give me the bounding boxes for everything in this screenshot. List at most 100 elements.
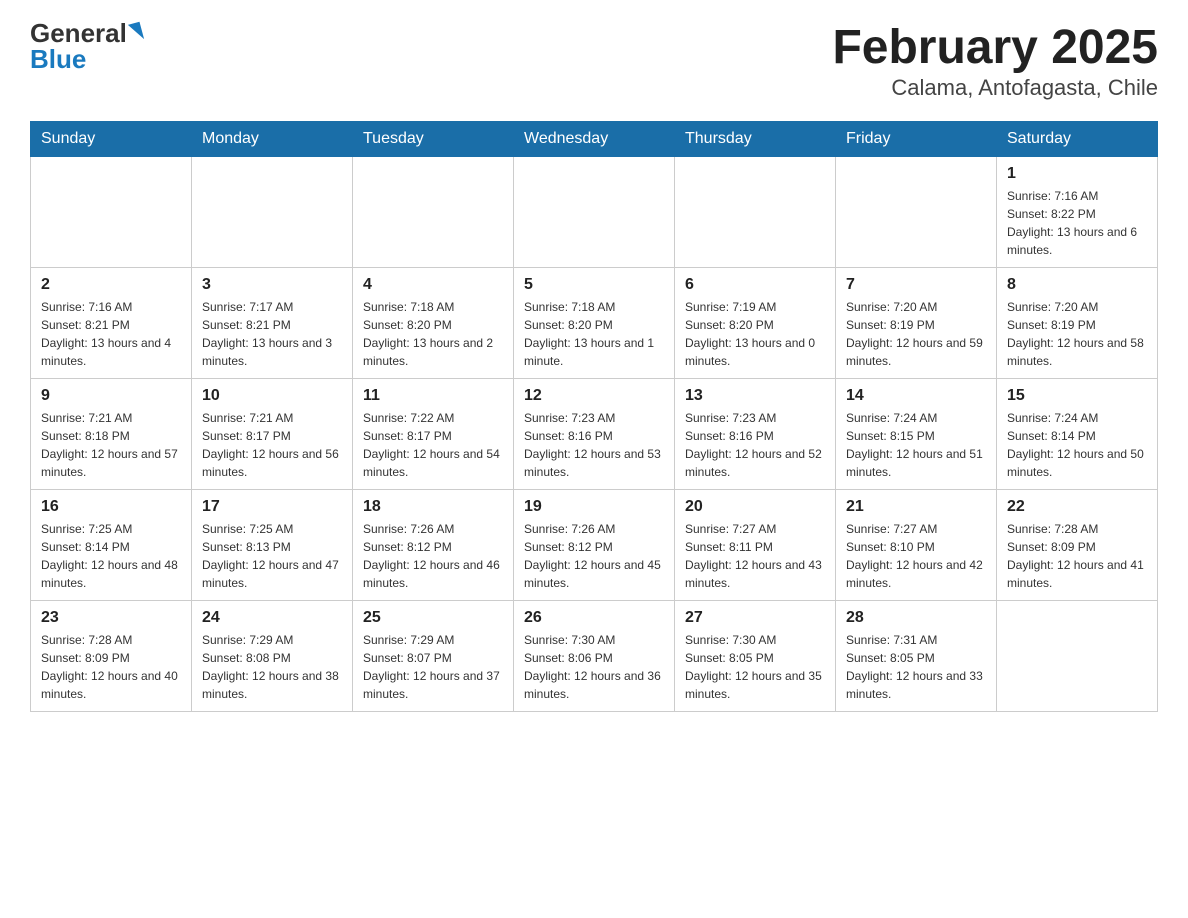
day-number: 13 xyxy=(685,387,825,405)
header-saturday: Saturday xyxy=(997,122,1158,157)
day-info: Sunrise: 7:24 AMSunset: 8:14 PMDaylight:… xyxy=(1007,409,1147,481)
table-row xyxy=(31,157,192,268)
table-row xyxy=(353,157,514,268)
day-number: 24 xyxy=(202,609,342,627)
day-info: Sunrise: 7:18 AMSunset: 8:20 PMDaylight:… xyxy=(363,298,503,370)
calendar-week-row: 23 Sunrise: 7:28 AMSunset: 8:09 PMDayligh… xyxy=(31,601,1158,712)
day-info: Sunrise: 7:17 AMSunset: 8:21 PMDaylight:… xyxy=(202,298,342,370)
day-info: Sunrise: 7:25 AMSunset: 8:13 PMDaylight:… xyxy=(202,520,342,592)
title-block: February 2025 Calama, Antofagasta, Chile xyxy=(832,20,1158,101)
calendar-week-row: 9Sunrise: 7:21 AMSunset: 8:18 PMDaylight… xyxy=(31,379,1158,490)
table-row: 1 Sunrise: 7:16 AMSunset: 8:22 PMDaylight… xyxy=(997,157,1158,268)
day-info: Sunrise: 7:16 AMSunset: 8:21 PMDaylight:… xyxy=(41,298,181,370)
table-row: 9Sunrise: 7:21 AMSunset: 8:18 PMDaylight… xyxy=(31,379,192,490)
logo-triangle-icon xyxy=(128,22,144,42)
table-row xyxy=(997,601,1158,712)
day-number: 26 xyxy=(524,609,664,627)
day-number: 12 xyxy=(524,387,664,405)
table-row: 5Sunrise: 7:18 AMSunset: 8:20 PMDaylight… xyxy=(514,268,675,379)
day-number: 7 xyxy=(846,276,986,294)
day-number: 1 xyxy=(1007,165,1147,183)
table-row: 2 Sunrise: 7:16 AMSunset: 8:21 PMDaylight… xyxy=(31,268,192,379)
table-row: 23 Sunrise: 7:28 AMSunset: 8:09 PMDayligh… xyxy=(31,601,192,712)
day-number: 17 xyxy=(202,498,342,516)
table-row: 11 Sunrise: 7:22 AMSunset: 8:17 PMDayligh… xyxy=(353,379,514,490)
day-number: 15 xyxy=(1007,387,1147,405)
header-thursday: Thursday xyxy=(675,122,836,157)
day-number: 5 xyxy=(524,276,664,294)
day-info: Sunrise: 7:20 AMSunset: 8:19 PMDaylight:… xyxy=(846,298,986,370)
day-info: Sunrise: 7:27 AMSunset: 8:11 PMDaylight:… xyxy=(685,520,825,592)
day-number: 20 xyxy=(685,498,825,516)
day-info: Sunrise: 7:31 AMSunset: 8:05 PMDaylight:… xyxy=(846,631,986,703)
day-number: 6 xyxy=(685,276,825,294)
header-wednesday: Wednesday xyxy=(514,122,675,157)
day-info: Sunrise: 7:30 AMSunset: 8:06 PMDaylight:… xyxy=(524,631,664,703)
day-info: Sunrise: 7:20 AMSunset: 8:19 PMDaylight:… xyxy=(1007,298,1147,370)
table-row: 25Sunrise: 7:29 AMSunset: 8:07 PMDayligh… xyxy=(353,601,514,712)
day-number: 2 xyxy=(41,276,181,294)
table-row: 4 Sunrise: 7:18 AMSunset: 8:20 PMDaylight… xyxy=(353,268,514,379)
table-row xyxy=(675,157,836,268)
table-row: 19 Sunrise: 7:26 AMSunset: 8:12 PMDayligh… xyxy=(514,490,675,601)
calendar-header-row: Sunday Monday Tuesday Wednesday Thursday… xyxy=(31,122,1158,157)
day-info: Sunrise: 7:16 AMSunset: 8:22 PMDaylight:… xyxy=(1007,187,1147,259)
table-row: 20 Sunrise: 7:27 AMSunset: 8:11 PMDayligh… xyxy=(675,490,836,601)
table-row: 8 Sunrise: 7:20 AMSunset: 8:19 PMDaylight… xyxy=(997,268,1158,379)
table-row: 27Sunrise: 7:30 AMSunset: 8:05 PMDayligh… xyxy=(675,601,836,712)
day-info: Sunrise: 7:21 AMSunset: 8:17 PMDaylight:… xyxy=(202,409,342,481)
table-row: 3 Sunrise: 7:17 AMSunset: 8:21 PMDaylight… xyxy=(192,268,353,379)
logo: General Blue xyxy=(30,20,142,72)
logo-blue-text: Blue xyxy=(30,46,142,72)
day-number: 8 xyxy=(1007,276,1147,294)
day-number: 19 xyxy=(524,498,664,516)
table-row: 16 Sunrise: 7:25 AMSunset: 8:14 PMDayligh… xyxy=(31,490,192,601)
day-info: Sunrise: 7:22 AMSunset: 8:17 PMDaylight:… xyxy=(363,409,503,481)
day-info: Sunrise: 7:27 AMSunset: 8:10 PMDaylight:… xyxy=(846,520,986,592)
table-row: 17 Sunrise: 7:25 AMSunset: 8:13 PMDayligh… xyxy=(192,490,353,601)
day-number: 25 xyxy=(363,609,503,627)
day-info: Sunrise: 7:24 AMSunset: 8:15 PMDaylight:… xyxy=(846,409,986,481)
day-info: Sunrise: 7:23 AMSunset: 8:16 PMDaylight:… xyxy=(524,409,664,481)
table-row: 6 Sunrise: 7:19 AMSunset: 8:20 PMDaylight… xyxy=(675,268,836,379)
table-row: 21 Sunrise: 7:27 AMSunset: 8:10 PMDayligh… xyxy=(836,490,997,601)
table-row xyxy=(192,157,353,268)
day-info: Sunrise: 7:29 AMSunset: 8:08 PMDaylight:… xyxy=(202,631,342,703)
table-row: 15 Sunrise: 7:24 AMSunset: 8:14 PMDayligh… xyxy=(997,379,1158,490)
table-row: 13Sunrise: 7:23 AMSunset: 8:16 PMDayligh… xyxy=(675,379,836,490)
day-number: 10 xyxy=(202,387,342,405)
day-info: Sunrise: 7:30 AMSunset: 8:05 PMDaylight:… xyxy=(685,631,825,703)
calendar-week-row: 16 Sunrise: 7:25 AMSunset: 8:14 PMDayligh… xyxy=(31,490,1158,601)
day-info: Sunrise: 7:26 AMSunset: 8:12 PMDaylight:… xyxy=(524,520,664,592)
day-info: Sunrise: 7:25 AMSunset: 8:14 PMDaylight:… xyxy=(41,520,181,592)
page-title: February 2025 xyxy=(832,20,1158,75)
day-number: 4 xyxy=(363,276,503,294)
table-row xyxy=(514,157,675,268)
header-friday: Friday xyxy=(836,122,997,157)
header-sunday: Sunday xyxy=(31,122,192,157)
table-row: 14 Sunrise: 7:24 AMSunset: 8:15 PMDayligh… xyxy=(836,379,997,490)
day-info: Sunrise: 7:19 AMSunset: 8:20 PMDaylight:… xyxy=(685,298,825,370)
header-monday: Monday xyxy=(192,122,353,157)
table-row: 22Sunrise: 7:28 AMSunset: 8:09 PMDayligh… xyxy=(997,490,1158,601)
calendar-week-row: 1 Sunrise: 7:16 AMSunset: 8:22 PMDaylight… xyxy=(31,157,1158,268)
day-number: 23 xyxy=(41,609,181,627)
table-row: 28 Sunrise: 7:31 AMSunset: 8:05 PMDayligh… xyxy=(836,601,997,712)
day-info: Sunrise: 7:21 AMSunset: 8:18 PMDaylight:… xyxy=(41,409,181,481)
page-header: General Blue February 2025 Calama, Antof… xyxy=(30,20,1158,101)
table-row: 24 Sunrise: 7:29 AMSunset: 8:08 PMDayligh… xyxy=(192,601,353,712)
day-number: 11 xyxy=(363,387,503,405)
day-number: 16 xyxy=(41,498,181,516)
day-number: 21 xyxy=(846,498,986,516)
day-number: 28 xyxy=(846,609,986,627)
day-number: 14 xyxy=(846,387,986,405)
calendar-table: Sunday Monday Tuesday Wednesday Thursday… xyxy=(30,121,1158,712)
table-row xyxy=(836,157,997,268)
day-number: 22 xyxy=(1007,498,1147,516)
table-row: 12 Sunrise: 7:23 AMSunset: 8:16 PMDayligh… xyxy=(514,379,675,490)
table-row: 7 Sunrise: 7:20 AMSunset: 8:19 PMDaylight… xyxy=(836,268,997,379)
day-number: 18 xyxy=(363,498,503,516)
day-info: Sunrise: 7:28 AMSunset: 8:09 PMDaylight:… xyxy=(41,631,181,703)
day-number: 3 xyxy=(202,276,342,294)
calendar-week-row: 2 Sunrise: 7:16 AMSunset: 8:21 PMDaylight… xyxy=(31,268,1158,379)
